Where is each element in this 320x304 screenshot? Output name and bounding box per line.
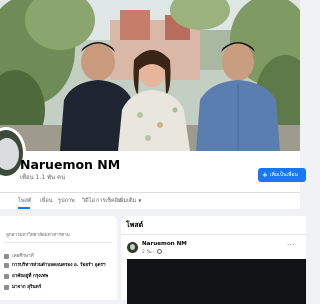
add-friend-button[interactable]: + เพิ่มเป็นเพื่อน [258, 168, 306, 182]
tab-more[interactable]: เพิ่มเติม ▼ [118, 197, 141, 205]
tab-more-label: เพิ่มเติม [118, 198, 137, 204]
intro-from[interactable]: มาจาก สุรินทร์ [12, 284, 41, 291]
profile-name: Naruemon NM [20, 157, 121, 172]
cover-photo[interactable] [0, 0, 300, 151]
tab-friends[interactable]: เพื่อน [40, 197, 53, 205]
post-author-name[interactable]: Naruemon NM [142, 241, 187, 247]
profile-tabs: โพสต์ เพื่อน รูปภาพ วิดีโอ การเช็คอิน เพ… [0, 192, 300, 209]
tab-photos[interactable]: รูปภาพ [58, 197, 75, 205]
tab-posts[interactable]: โพสต์ [18, 197, 32, 205]
add-friend-icon: + [262, 171, 268, 179]
work-icon [4, 263, 9, 268]
intro-divider [4, 242, 112, 243]
tab-videos[interactable]: วิดีโอ [82, 197, 95, 205]
posts-title: โพสต์ [126, 221, 144, 229]
more-options-icon[interactable]: ··· [287, 241, 295, 249]
intro-workplace[interactable]: การบริหารส่วนตำบลดอนตรอง อ. ร้อยรำ อุดรฯ [12, 262, 106, 269]
intro-education-label: เคยศึกษาที่ [12, 254, 34, 259]
globe-icon [156, 249, 162, 254]
post-author-avatar[interactable] [127, 242, 138, 253]
location-pin-icon [4, 285, 9, 290]
add-friend-label: เพิ่มเป็นเพื่อน [269, 172, 298, 178]
post-image[interactable] [127, 259, 306, 304]
intro-card: ลูกสาวมหาวิทยาลัยมหาสารคาม เคยศึกษาที่ ก… [0, 216, 117, 300]
posts-card: โพสต์ Naruemon NM 2 วัน · ··· [121, 216, 306, 304]
intro-bio: ลูกสาวมหาวิทยาลัยมหาสารคาม [6, 233, 70, 238]
friends-count[interactable]: เพื่อน 1.1 พัน คน [20, 172, 65, 182]
chevron-down-icon: ▼ [138, 198, 142, 203]
post-time-text: 2 วัน · [142, 250, 156, 255]
posts-divider [121, 234, 306, 235]
home-icon [4, 274, 9, 279]
intro-lives-in[interactable]: อาศัยอยู่ที่ กรุงเทพ [12, 273, 48, 280]
graduation-cap-icon [4, 254, 9, 259]
post-timestamp[interactable]: 2 วัน · [142, 248, 162, 255]
active-tab-indicator [18, 207, 30, 209]
